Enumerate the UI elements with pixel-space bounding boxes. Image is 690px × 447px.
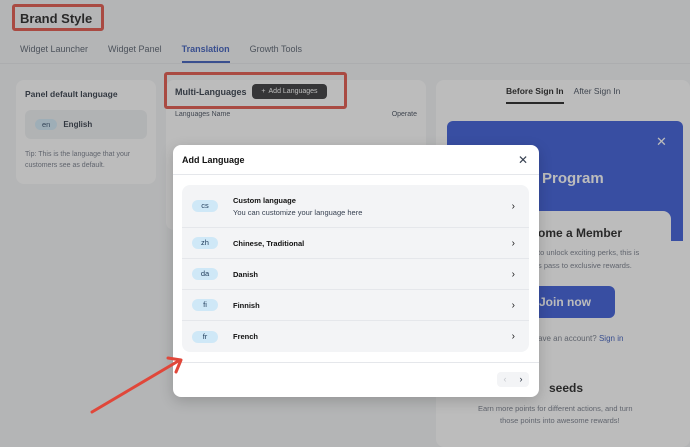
language-code: zh bbox=[192, 237, 218, 249]
language-name: Custom language bbox=[233, 195, 296, 205]
language-code: fi bbox=[192, 299, 218, 311]
modal-footer-divider bbox=[173, 362, 539, 363]
chevron-right-icon: › bbox=[511, 299, 515, 311]
language-code: da bbox=[192, 268, 218, 280]
chevron-left-icon[interactable]: ‹ bbox=[497, 372, 513, 387]
chevron-right-icon[interactable]: › bbox=[513, 372, 529, 387]
chevron-right-icon: › bbox=[511, 268, 515, 280]
list-item[interactable]: fi Finnish › bbox=[182, 290, 529, 321]
language-desc: You can customize your language here bbox=[233, 207, 363, 217]
close-icon[interactable]: ✕ bbox=[518, 153, 528, 167]
language-code: cs bbox=[192, 200, 218, 212]
modal-divider bbox=[173, 174, 539, 175]
list-item[interactable]: da Danish › bbox=[182, 259, 529, 290]
language-list: cs Custom language You can customize you… bbox=[182, 185, 529, 352]
language-name: French bbox=[233, 332, 259, 341]
chevron-right-icon: › bbox=[511, 331, 515, 342]
list-item[interactable]: fr French › bbox=[182, 321, 529, 352]
language-name: Danish bbox=[233, 269, 259, 279]
modal-title: Add Language bbox=[182, 155, 245, 165]
annotation-arrow bbox=[90, 356, 183, 414]
language-name: Chinese, Traditional bbox=[233, 238, 305, 248]
language-name: Finnish bbox=[233, 300, 260, 310]
chevron-right-icon: › bbox=[511, 237, 515, 249]
language-code: fr bbox=[192, 330, 218, 343]
list-item[interactable]: cs Custom language You can customize you… bbox=[182, 185, 529, 228]
pagination: ‹ › bbox=[497, 372, 529, 387]
list-item[interactable]: zh Chinese, Traditional › bbox=[182, 228, 529, 259]
chevron-right-icon: › bbox=[511, 200, 515, 212]
